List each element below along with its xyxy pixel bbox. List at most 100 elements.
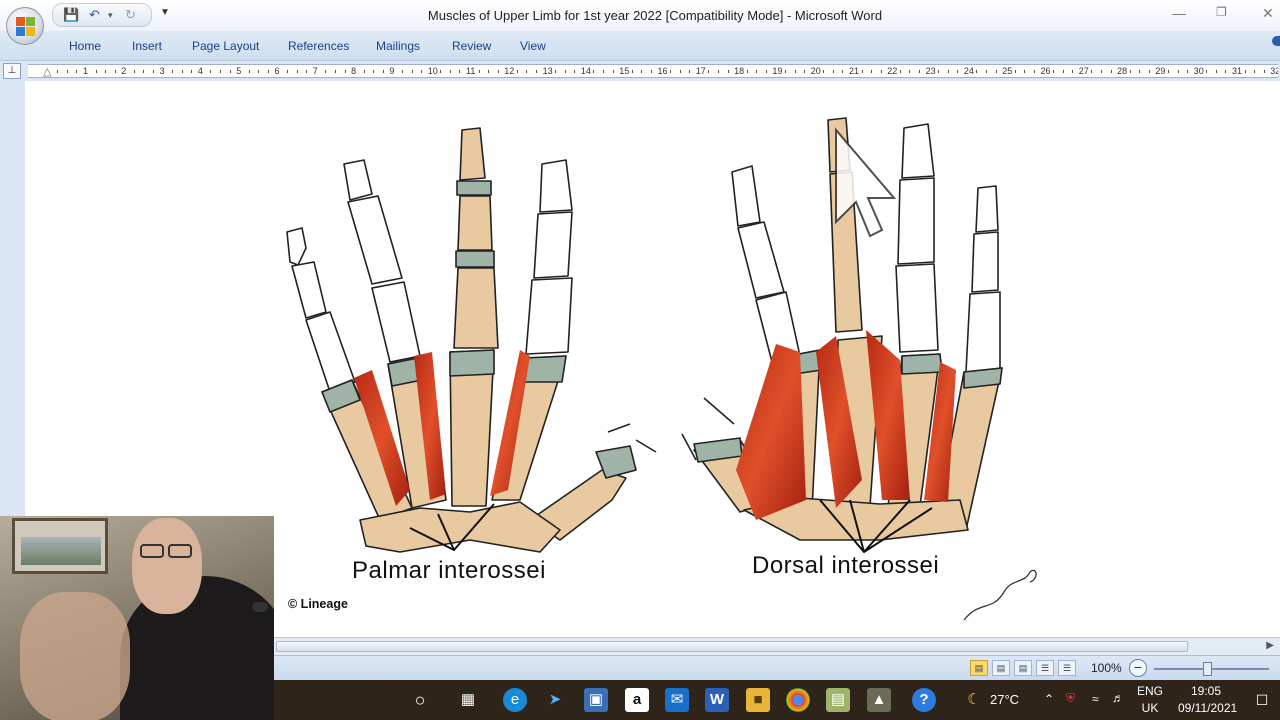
ruler-tick <box>536 70 538 73</box>
ruler-tick <box>248 70 250 73</box>
ruler-number: 14 <box>580 66 591 76</box>
notifications-icon[interactable]: ☐ <box>1250 688 1274 712</box>
ruler-tick <box>727 70 729 73</box>
web-layout-button[interactable]: ▤ <box>1014 660 1032 676</box>
word-icon[interactable]: W <box>705 688 729 712</box>
ruler-number: 32 <box>1270 66 1278 76</box>
ruler-tick <box>296 70 298 73</box>
ruler-tick <box>105 70 107 73</box>
tab-review[interactable]: Review <box>452 39 491 53</box>
full-screen-reading-button[interactable]: ▤ <box>992 660 1010 676</box>
ruler-number: 23 <box>925 66 936 76</box>
ruler-tick <box>1139 70 1141 73</box>
ruler-tick <box>919 70 921 73</box>
file-explorer-icon[interactable]: ■ <box>746 688 770 712</box>
notes-icon[interactable]: ▤ <box>826 688 850 712</box>
scrollbar-thumb[interactable] <box>276 641 1188 652</box>
search-icon[interactable]: ○ <box>408 688 432 712</box>
ruler-tick <box>603 70 605 73</box>
ruler-tick <box>57 70 59 73</box>
powerpoint-icon[interactable]: ▲ <box>867 688 891 712</box>
ruler-tick <box>717 70 719 73</box>
close-button[interactable]: ✕ <box>1262 5 1274 22</box>
security-shield-icon[interactable]: ⛨ <box>1066 691 1075 706</box>
ruler-tick <box>1187 70 1189 73</box>
ruler-tick <box>1100 70 1102 73</box>
ruler-tick <box>1091 70 1093 73</box>
ruler-tick <box>153 70 155 73</box>
presenter-hand <box>20 592 130 720</box>
image-credit: © Lineage <box>288 597 348 611</box>
tab-references[interactable]: References <box>288 39 349 53</box>
ruler-number: 1 <box>83 66 89 76</box>
weather-temperature[interactable]: 27°C <box>990 692 1019 707</box>
ruler-bar: ⊥ △ 1 2 3 4 5 6 7 8 9 10 11 12 13 14 15 16 17 18 19 20 21 22 2… <box>0 61 1280 81</box>
ruler-tick <box>133 70 135 73</box>
zoom-level[interactable]: 100% <box>1091 661 1122 675</box>
print-layout-view-button[interactable]: ▤ <box>970 660 988 676</box>
show-hidden-icons-icon[interactable]: ⌃ <box>1044 692 1054 706</box>
language-region[interactable]: UK <box>1134 701 1166 715</box>
edge-browser-icon[interactable]: e <box>503 688 527 712</box>
tab-insert[interactable]: Insert <box>132 39 162 53</box>
clock-time[interactable]: 19:05 <box>1178 684 1234 698</box>
clock-date[interactable]: 09/11/2021 <box>1178 701 1237 715</box>
signature-icon <box>963 569 1037 621</box>
dorsal-caption: Dorsal interossei <box>752 552 940 579</box>
ruler-tick <box>631 70 633 73</box>
tab-home[interactable]: Home <box>69 39 101 53</box>
ruler-tick <box>210 70 212 73</box>
volume-icon[interactable]: ♬ <box>1112 691 1124 705</box>
ruler-tick <box>1053 70 1055 73</box>
ruler-tick <box>909 70 911 73</box>
help-circle-icon[interactable]: ? <box>912 688 936 712</box>
ruler-tick <box>794 70 796 73</box>
tab-view[interactable]: View <box>520 39 546 53</box>
task-view-icon[interactable]: ▦ <box>456 688 480 712</box>
ruler-number: 2 <box>121 66 127 76</box>
outline-view-button[interactable]: ☰ <box>1036 660 1054 676</box>
network-icon[interactable]: ≈ <box>1092 692 1099 706</box>
ruler-tick <box>612 70 614 73</box>
ruler-tick <box>267 70 269 73</box>
ruler-tick <box>938 70 940 73</box>
maximize-button[interactable]: ❐ <box>1216 5 1227 19</box>
weather-moon-icon: ☾ <box>967 691 981 708</box>
horizontal-scrollbar[interactable]: ▶ <box>274 637 1280 655</box>
ruler-tick <box>66 70 68 73</box>
zoom-slider-thumb[interactable] <box>1203 662 1212 676</box>
ruler-tick <box>1167 70 1169 73</box>
amazon-icon[interactable]: a <box>625 688 649 712</box>
webcam-overlay <box>0 516 274 720</box>
ruler-tick <box>497 70 499 73</box>
ruler-tick <box>1024 70 1026 73</box>
app-bolt-icon[interactable]: ➤ <box>543 688 567 712</box>
window-title: Muscles of Upper Limb for 1st year 2022 … <box>427 8 883 23</box>
tab-page-layout[interactable]: Page Layout <box>192 39 259 53</box>
ruler-number: 9 <box>389 66 395 76</box>
ruler-number: 21 <box>849 66 860 76</box>
mail-icon[interactable]: ✉ <box>665 688 689 712</box>
ruler-tick <box>478 70 480 73</box>
indent-marker-icon[interactable]: △ <box>43 65 51 77</box>
office-button[interactable] <box>6 7 44 45</box>
ruler-tick <box>143 70 145 73</box>
horizontal-ruler[interactable]: △ 1 2 3 4 5 6 7 8 9 10 11 12 13 14 15 16 17 18 19 20 21 22 23 2… <box>28 64 1278 78</box>
ruler-tick <box>995 70 997 73</box>
ruler-number: 19 <box>772 66 783 76</box>
language-code[interactable]: ENG <box>1134 684 1166 698</box>
tab-mailings[interactable]: Mailings <box>376 39 420 53</box>
tab-selector-icon[interactable]: ⊥ <box>3 63 21 79</box>
store-icon[interactable]: ▣ <box>584 688 608 712</box>
minimize-button[interactable]: — <box>1172 5 1186 21</box>
draft-view-button[interactable]: ☰ <box>1058 660 1076 676</box>
zoom-out-button[interactable]: − <box>1129 659 1147 677</box>
ruler-number: 29 <box>1155 66 1166 76</box>
ruler-tick <box>258 70 260 73</box>
chrome-icon[interactable] <box>786 688 810 712</box>
scroll-right-icon[interactable]: ▶ <box>1266 640 1274 651</box>
ruler-tick <box>1244 70 1246 73</box>
help-icon[interactable] <box>1272 36 1280 46</box>
ruler-tick <box>516 70 518 73</box>
ruler-tick <box>670 70 672 73</box>
